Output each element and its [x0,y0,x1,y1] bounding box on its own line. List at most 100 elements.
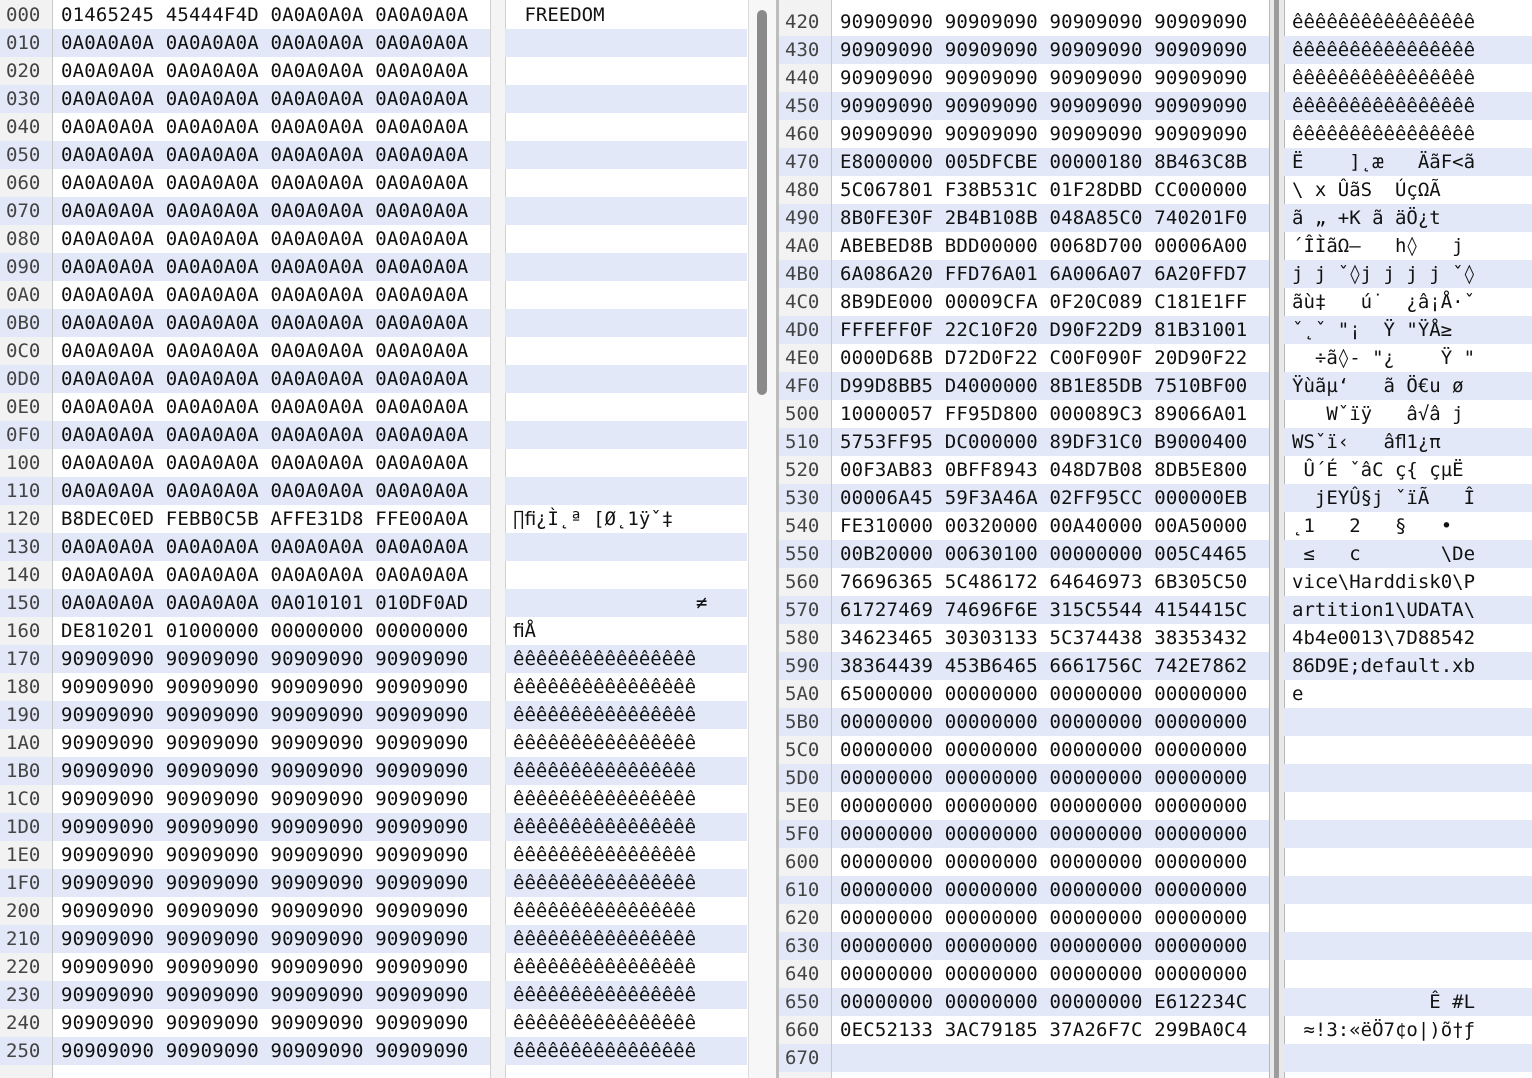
left-ascii-cell[interactable]: êêêêêêêêêêêêêêêê [505,729,747,757]
right-ascii-cell[interactable]: vice\Harddisk0\P [1284,568,1532,596]
right-hex-cell[interactable]: 00000000 00000000 00000000 00000000 [832,932,1269,960]
right-hex-cell[interactable]: 90909090 90909090 90909090 90909090 [832,8,1269,36]
left-ascii-cell[interactable] [505,141,747,169]
right-hex-cell[interactable]: 00000000 00000000 00000000 00000000 [832,820,1269,848]
left-hex-cell[interactable]: 90909090 90909090 90909090 90909090 [53,785,490,813]
right-ascii-cell[interactable] [1284,792,1532,820]
right-ascii-cell[interactable]: \ x ÛãS ÚçΩÃ [1284,176,1532,204]
left-ascii-cell[interactable]: êêêêêêêêêêêêêêêê [505,701,747,729]
right-hex-cell[interactable]: 0EC52133 3AC79185 37A26F7C 299BA0C4 [832,1016,1269,1044]
right-hex-cell[interactable]: FFFEFF0F 22C10F20 D90F22D9 81B31001 [832,316,1269,344]
right-ascii-cell[interactable]: êêêêêêêêêêêêêêêê [1284,36,1532,64]
right-hex-column[interactable]: 90909090 90909090 90909090 90909090 90909… [832,0,1269,1078]
left-hex-cell[interactable]: 0A0A0A0A 0A0A0A0A 0A0A0A0A 0A0A0A0A [53,281,490,309]
left-ascii-cell[interactable] [505,365,747,393]
right-ascii-cell[interactable]: ãù‡ ú˙ ¿â¡Å·ˇ [1284,288,1532,316]
left-ascii-cell[interactable] [505,449,747,477]
left-hex-cell[interactable]: 90909090 90909090 90909090 90909090 [53,1009,490,1037]
right-ascii-cell[interactable] [1284,736,1532,764]
right-ascii-cell[interactable]: Wˇïÿ â√â j [1284,400,1532,428]
right-ascii-cell[interactable] [1284,708,1532,736]
right-hex-cell[interactable]: 76696365 5C486172 64646973 6B305C50 [832,568,1269,596]
right-ascii-cell[interactable]: Ê #L [1284,988,1532,1016]
right-divider-grip[interactable] [1274,0,1279,1078]
right-hex-cell[interactable]: 8B0FE30F 2B4B108B 048A85C0 740201F0 [832,204,1269,232]
left-hex-cell[interactable]: 0A0A0A0A 0A0A0A0A 0A0A0A0A 0A0A0A0A [53,477,490,505]
left-ascii-cell[interactable]: êêêêêêêêêêêêêêêê [505,813,747,841]
left-ascii-cell[interactable]: êêêêêêêêêêêêêêêê [505,645,747,673]
left-hex-cell[interactable]: 90909090 90909090 90909090 90909090 [53,1037,490,1065]
right-ascii-cell[interactable]: ˛1 2 § • [1284,512,1532,540]
left-hex-cell[interactable]: 0A0A0A0A 0A0A0A0A 0A0A0A0A 0A0A0A0A [53,365,490,393]
right-ascii-cell[interactable] [1284,764,1532,792]
left-ascii-cell[interactable]: êêêêêêêêêêêêêêêê [505,869,747,897]
left-hex-cell[interactable]: DE810201 01000000 00000000 00000000 [53,617,490,645]
right-hex-cell[interactable]: 5C067801 F38B531C 01F28DBD CC000000 [832,176,1269,204]
right-ascii-cell[interactable]: 4b4e0013\7D88542 [1284,624,1532,652]
right-hex-cell[interactable]: 90909090 90909090 90909090 90909090 [832,64,1269,92]
left-hex-cell[interactable]: 90909090 90909090 90909090 90909090 [53,757,490,785]
right-hex-cell[interactable]: FE310000 00320000 00A40000 00A50000 [832,512,1269,540]
left-ascii-cell[interactable] [505,169,747,197]
left-hex-cell[interactable]: 0A0A0A0A 0A0A0A0A 0A0A0A0A 0A0A0A0A [53,449,490,477]
left-hex-cell[interactable]: 0A0A0A0A 0A0A0A0A 0A0A0A0A 0A0A0A0A [53,113,490,141]
right-hex-cell[interactable]: E8000000 005DFCBE 00000180 8B463C8B [832,148,1269,176]
left-ascii-cell[interactable]: êêêêêêêêêêêêêêêê [505,953,747,981]
left-hex-cell[interactable]: 90909090 90909090 90909090 90909090 [53,729,490,757]
left-scrollbar[interactable] [748,0,777,1078]
left-hex-cell[interactable]: 0A0A0A0A 0A0A0A0A 0A0A0A0A 0A0A0A0A [53,225,490,253]
right-hex-cell[interactable]: 38364439 453B6465 6661756C 742E7862 [832,652,1269,680]
right-hex-cell[interactable]: 61727469 74696F6E 315C5544 4154415C [832,596,1269,624]
right-hex-cell[interactable]: 8B9DE000 00009CFA 0F20C089 C181E1FF [832,288,1269,316]
right-hex-cell[interactable]: 00000000 00000000 00000000 E612234C [832,988,1269,1016]
right-ascii-column[interactable]: êêêêêêêêêêêêêêêê êêêêêêêêêêêêêêêê êêêêêêêê… [1284,0,1532,1078]
left-hex-cell[interactable]: 90909090 90909090 90909090 90909090 [53,897,490,925]
right-ascii-cell[interactable]: êêêêêêêêêêêêêêêê [1284,64,1532,92]
right-ascii-cell[interactable]: êêêêêêêêêêêêêêêê [1284,8,1532,36]
left-ascii-cell[interactable] [505,561,747,589]
left-ascii-cell[interactable]: êêêêêêêêêêêêêêêê [505,925,747,953]
left-ascii-cell[interactable] [505,309,747,337]
left-hex-cell[interactable]: 0A0A0A0A 0A0A0A0A 0A010101 010DF0AD [53,589,490,617]
left-ascii-cell[interactable] [505,113,747,141]
left-hex-cell[interactable]: 90909090 90909090 90909090 90909090 [53,981,490,1009]
right-ascii-cell[interactable]: j j ˇ◊j j j j ˇ◊ [1284,260,1532,288]
left-hex-cell[interactable]: 90909090 90909090 90909090 90909090 [53,645,490,673]
right-hex-cell[interactable]: 00000000 00000000 00000000 00000000 [832,876,1269,904]
left-ascii-cell[interactable]: êêêêêêêêêêêêêêêê [505,1009,747,1037]
right-ascii-cell[interactable] [1284,876,1532,904]
right-ascii-cell[interactable]: Ÿùãµ‘ ã Ö€u ø [1284,372,1532,400]
right-ascii-cell[interactable]: êêêêêêêêêêêêêêêê [1284,120,1532,148]
right-hex-cell[interactable]: 90909090 90909090 90909090 90909090 [832,36,1269,64]
left-ascii-cell[interactable] [505,225,747,253]
right-hex-cell[interactable]: 6A086A20 FFD76A01 6A006A07 6A20FFD7 [832,260,1269,288]
right-ascii-cell[interactable]: ≤ c \De [1284,540,1532,568]
right-ascii-cell[interactable] [1284,848,1532,876]
left-hex-cell[interactable]: 90909090 90909090 90909090 90909090 [53,813,490,841]
left-ascii-column[interactable]: FREEDOM ∏ﬁ¿Ì˛ª [Ø˛1ÿˇ‡ ≠ ﬁÅ êêêêêêêêêêêêêêê… [505,0,747,1078]
left-ascii-cell[interactable]: ∏ﬁ¿Ì˛ª [Ø˛1ÿˇ‡ [505,505,747,533]
left-ascii-cell[interactable]: FREEDOM [505,1,747,29]
left-hex-cell[interactable]: 0A0A0A0A 0A0A0A0A 0A0A0A0A 0A0A0A0A [53,197,490,225]
right-ascii-cell[interactable] [1284,820,1532,848]
right-ascii-cell[interactable]: artition1\UDATA\ [1284,596,1532,624]
left-ascii-cell[interactable]: ﬁÅ [505,617,747,645]
left-ascii-cell[interactable] [505,421,747,449]
left-hex-cell[interactable]: 90909090 90909090 90909090 90909090 [53,673,490,701]
right-hex-cell[interactable]: 90909090 90909090 90909090 90909090 [832,92,1269,120]
left-ascii-cell[interactable] [505,477,747,505]
right-ascii-cell[interactable]: WSˇï‹ âﬂ1¿π [1284,428,1532,456]
right-ascii-cell[interactable]: e [1284,680,1532,708]
right-hex-cell[interactable]: D99D8BB5 D4000000 8B1E85DB 7510BF00 [832,372,1269,400]
left-hex-cell[interactable]: 0A0A0A0A 0A0A0A0A 0A0A0A0A 0A0A0A0A [53,141,490,169]
right-hex-cell[interactable]: 0000D68B D72D0F22 C00F090F 20D90F22 [832,344,1269,372]
right-hex-cell[interactable]: 00000000 00000000 00000000 00000000 [832,736,1269,764]
left-ascii-cell[interactable] [505,337,747,365]
right-hex-cell[interactable]: 00006A45 59F3A46A 02FF95CC 000000EB [832,484,1269,512]
left-hex-cell[interactable]: 90909090 90909090 90909090 90909090 [53,953,490,981]
left-hex-cell[interactable]: 90909090 90909090 90909090 90909090 [53,841,490,869]
left-ascii-cell[interactable] [505,281,747,309]
left-hex-cell[interactable]: 0A0A0A0A 0A0A0A0A 0A0A0A0A 0A0A0A0A [53,29,490,57]
right-ascii-cell[interactable] [1284,904,1532,932]
left-hex-cell[interactable]: 90909090 90909090 90909090 90909090 [53,869,490,897]
